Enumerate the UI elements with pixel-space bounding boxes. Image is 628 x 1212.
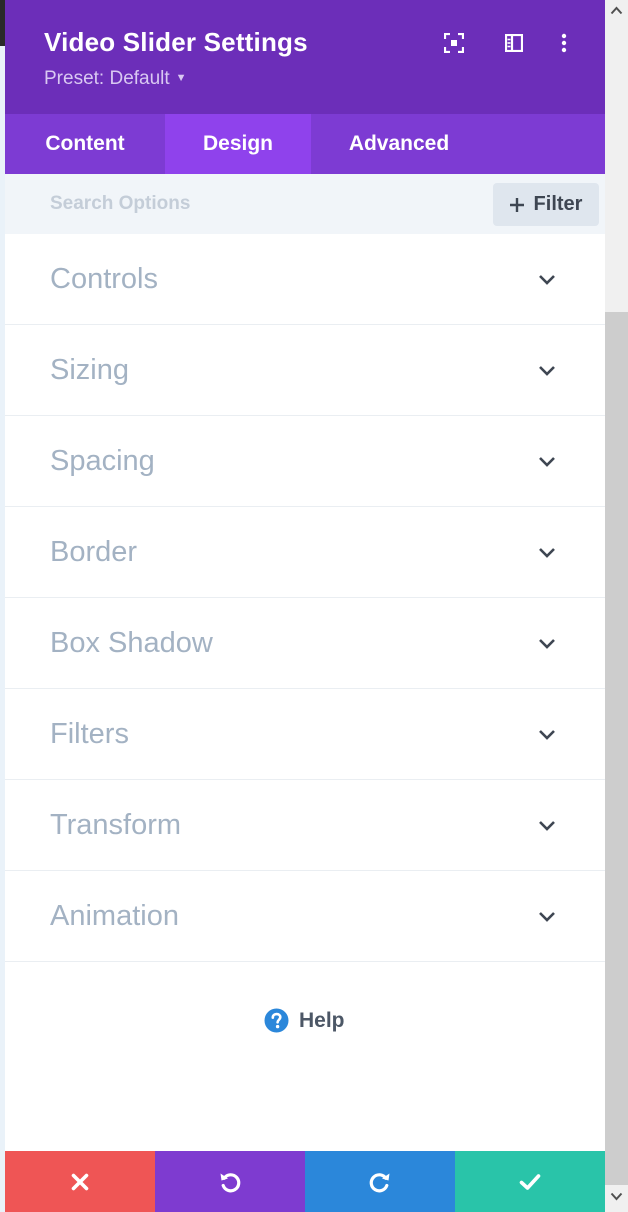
discard-button[interactable] [5, 1151, 155, 1212]
chevron-down-icon [539, 821, 555, 831]
modal-title: Video Slider Settings [44, 27, 308, 57]
tab-design[interactable]: Design [165, 114, 311, 174]
preset-dropdown[interactable]: Preset: Default ▼ [44, 68, 187, 90]
toggle-group-spacing[interactable]: Spacing [5, 416, 605, 507]
help-label: Help [299, 1008, 345, 1032]
settings-tabs: Content Design Advanced [5, 114, 605, 174]
more-menu-icon[interactable] [551, 30, 577, 56]
chevron-down-icon [539, 457, 555, 467]
help-question-icon [264, 1008, 289, 1033]
toggle-group-transform[interactable]: Transform [5, 780, 605, 871]
chevron-down-icon [539, 639, 555, 649]
plus-icon [509, 197, 524, 212]
group-label: Animation [50, 900, 179, 932]
group-label: Filters [50, 718, 129, 750]
close-icon [71, 1173, 89, 1190]
group-label: Box Shadow [50, 627, 213, 659]
check-icon [519, 1173, 541, 1190]
group-label: Transform [50, 809, 182, 841]
settings-modal: Video Slider Settings Preset: Default ▼ [5, 0, 605, 1212]
sidebar-toggle-icon[interactable] [501, 30, 527, 56]
filter-label: Filter [533, 193, 583, 215]
redo-button[interactable] [305, 1151, 455, 1212]
group-label: Controls [50, 263, 158, 295]
undo-button[interactable] [155, 1151, 305, 1212]
chevron-down-icon [539, 275, 555, 285]
filter-button[interactable]: Filter [493, 183, 599, 226]
group-label: Spacing [50, 445, 155, 477]
group-label: Sizing [50, 354, 129, 386]
redo-icon [369, 1172, 390, 1192]
page-scrollbar[interactable] [605, 0, 628, 1212]
preset-label: Preset: Default [44, 68, 170, 89]
chevron-down-icon [539, 366, 555, 376]
expand-icon[interactable] [441, 30, 467, 56]
option-groups-list: Controls Sizing Spacing Border Box Shado… [5, 234, 605, 962]
scrollbar-thumb[interactable] [605, 312, 628, 1185]
chevron-down-icon [539, 730, 555, 740]
modal-header: Video Slider Settings Preset: Default ▼ [5, 0, 605, 114]
tab-content[interactable]: Content [5, 114, 165, 174]
help-link[interactable]: Help [264, 1008, 345, 1033]
search-input[interactable] [35, 184, 475, 224]
scroll-down-arrow-icon[interactable] [610, 1192, 623, 1201]
chevron-down-icon [539, 548, 555, 558]
search-bar: Filter [5, 174, 605, 234]
toggle-group-animation[interactable]: Animation [5, 871, 605, 962]
caret-down-icon: ▼ [175, 72, 187, 84]
tab-advanced[interactable]: Advanced [311, 114, 487, 174]
undo-icon [220, 1172, 241, 1192]
group-label: Border [50, 536, 138, 568]
toggle-group-controls[interactable]: Controls [5, 234, 605, 325]
scroll-up-arrow-icon[interactable] [610, 6, 623, 15]
chevron-down-icon [539, 912, 555, 922]
toggle-group-border[interactable]: Border [5, 507, 605, 598]
save-button[interactable] [455, 1151, 605, 1212]
toggle-group-filters[interactable]: Filters [5, 689, 605, 780]
toggle-group-sizing[interactable]: Sizing [5, 325, 605, 416]
toggle-group-box-shadow[interactable]: Box Shadow [5, 598, 605, 689]
modal-footer [5, 1151, 605, 1212]
